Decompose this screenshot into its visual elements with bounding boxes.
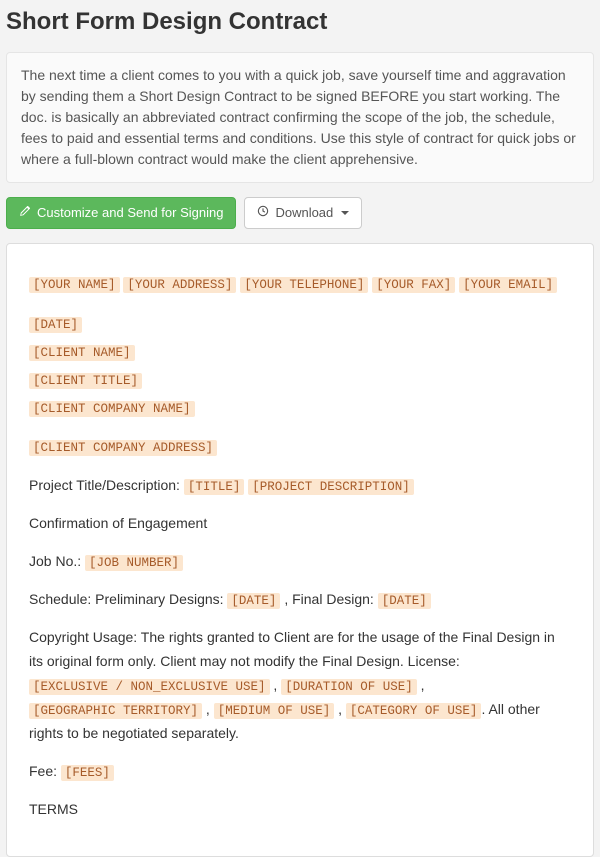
terms-heading: TERMS bbox=[29, 798, 571, 822]
placeholder-token[interactable]: [MEDIUM OF USE] bbox=[214, 703, 335, 719]
placeholder-token[interactable]: [DATE] bbox=[29, 317, 82, 333]
placeholder-token[interactable]: [YOUR EMAIL] bbox=[459, 277, 557, 293]
placeholder-token[interactable]: [YOUR NAME] bbox=[29, 277, 120, 293]
document-body: [YOUR NAME] [YOUR ADDRESS] [YOUR TELEPHO… bbox=[6, 243, 594, 857]
placeholder-token[interactable]: [DATE] bbox=[378, 593, 431, 609]
toolbar: Customize and Send for Signing Download bbox=[6, 197, 594, 229]
client-address-line: [CLIENT COMPANY ADDRESS] bbox=[29, 435, 571, 459]
schedule-line: Schedule: Preliminary Designs: [DATE] , … bbox=[29, 588, 571, 612]
job-line: Job No.: [JOB NUMBER] bbox=[29, 550, 571, 574]
placeholder-token[interactable]: [TITLE] bbox=[184, 479, 245, 495]
placeholder-token[interactable]: [YOUR ADDRESS] bbox=[123, 277, 236, 293]
placeholder-token[interactable]: [CLIENT COMPANY ADDRESS] bbox=[29, 440, 217, 456]
separator: , bbox=[270, 677, 282, 693]
placeholder-token[interactable]: [YOUR FAX] bbox=[372, 277, 455, 293]
placeholder-token[interactable]: [CLIENT TITLE] bbox=[29, 373, 142, 389]
placeholder-token[interactable]: [EXCLUSIVE / NON_EXCLUSIVE USE] bbox=[29, 679, 270, 695]
project-label: Project Title/Description: bbox=[29, 477, 184, 493]
separator: , bbox=[334, 701, 346, 717]
placeholder-token[interactable]: [GEOGRAPHIC TERRITORY] bbox=[29, 703, 202, 719]
customize-send-button[interactable]: Customize and Send for Signing bbox=[6, 197, 236, 229]
placeholder-token[interactable]: [CLIENT COMPANY NAME] bbox=[29, 401, 195, 417]
separator: , bbox=[202, 701, 214, 717]
copyright-intro: Copyright Usage: The rights granted to C… bbox=[29, 629, 555, 669]
header-line: [YOUR NAME] [YOUR ADDRESS] [YOUR TELEPHO… bbox=[29, 272, 571, 296]
pencil-icon bbox=[19, 204, 31, 222]
placeholder-token[interactable]: [JOB NUMBER] bbox=[85, 555, 183, 571]
schedule-label-2: , Final Design: bbox=[284, 591, 377, 607]
client-block: [DATE] [CLIENT NAME] [CLIENT TITLE] [CLI… bbox=[29, 310, 571, 421]
fee-label: Fee: bbox=[29, 763, 61, 779]
confirmation-line: Confirmation of Engagement bbox=[29, 512, 571, 536]
chevron-down-icon bbox=[341, 211, 349, 215]
placeholder-token[interactable]: [DATE] bbox=[227, 593, 280, 609]
separator: , bbox=[417, 677, 425, 693]
placeholder-token[interactable]: [CATEGORY OF USE] bbox=[346, 703, 482, 719]
placeholder-token[interactable]: [CLIENT NAME] bbox=[29, 345, 135, 361]
download-button[interactable]: Download bbox=[244, 197, 362, 229]
placeholder-token[interactable]: [DURATION OF USE] bbox=[281, 679, 417, 695]
copyright-line: Copyright Usage: The rights granted to C… bbox=[29, 626, 571, 746]
customize-send-label: Customize and Send for Signing bbox=[37, 204, 223, 222]
project-line: Project Title/Description: [TITLE] [PROJ… bbox=[29, 474, 571, 498]
placeholder-token[interactable]: [PROJECT DESCRIPTION] bbox=[248, 479, 414, 495]
placeholder-token[interactable]: [FEES] bbox=[61, 765, 114, 781]
job-label: Job No.: bbox=[29, 553, 85, 569]
fee-line: Fee: [FEES] bbox=[29, 760, 571, 784]
placeholder-token[interactable]: [YOUR TELEPHONE] bbox=[240, 277, 368, 293]
page-title: Short Form Design Contract bbox=[6, 8, 594, 36]
download-label: Download bbox=[275, 204, 333, 222]
clock-icon bbox=[257, 204, 269, 222]
intro-text: The next time a client comes to you with… bbox=[6, 52, 594, 183]
schedule-label-1: Schedule: Preliminary Designs: bbox=[29, 591, 227, 607]
